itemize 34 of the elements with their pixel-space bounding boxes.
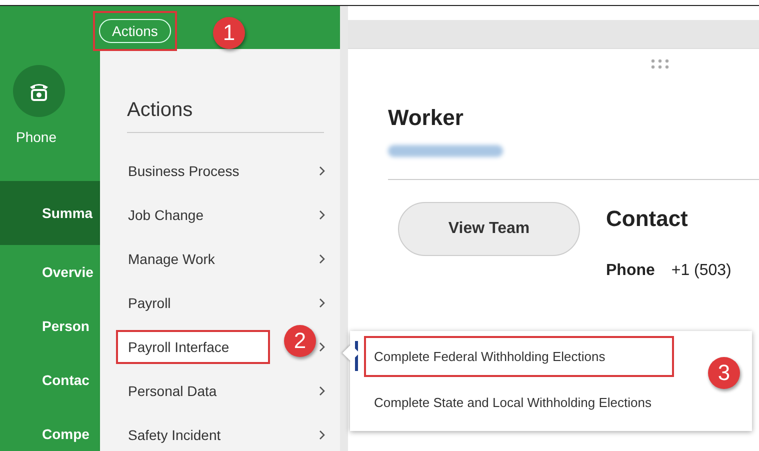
chevron-right-icon	[318, 385, 326, 397]
phone-button[interactable]	[13, 65, 65, 117]
nav-item[interactable]: Summa	[0, 181, 100, 245]
section-title: Contact	[606, 206, 689, 232]
step-callout: 3	[708, 357, 740, 389]
menu-item[interactable]: Job Change	[116, 198, 270, 232]
actions-button[interactable]: Actions	[99, 18, 171, 42]
chevron-right-icon	[318, 253, 326, 265]
submenu-item[interactable]: Complete Federal Withholding Elections	[364, 336, 674, 376]
nav-item[interactable]: Person	[0, 299, 100, 353]
nav-item[interactable]: Overvie	[0, 245, 100, 299]
phone-label: Phone	[16, 129, 56, 145]
section-title: Worker	[388, 105, 464, 131]
drag-handle-icon	[650, 59, 670, 69]
menu-item[interactable]: Personal Data	[116, 374, 270, 408]
chevron-right-icon	[318, 341, 326, 353]
view-team-button[interactable]: View Team	[398, 202, 580, 256]
menu-item[interactable]: Safety Incident	[116, 418, 270, 451]
step-callout: 1	[213, 17, 245, 49]
submenu-item[interactable]: Complete State and Local Withholding Elections	[364, 382, 662, 422]
chevron-right-icon	[318, 165, 326, 177]
chevron-right-icon	[318, 297, 326, 309]
chevron-right-icon	[318, 429, 326, 441]
field-label: Phone	[606, 262, 655, 279]
phone-number: +1 (503)	[671, 262, 732, 279]
chevron-right-icon	[318, 209, 326, 221]
step-callout: 2	[284, 325, 316, 357]
nav-item[interactable]: Contac	[0, 353, 100, 407]
menu-item[interactable]: Business Process	[116, 154, 270, 188]
menu-item[interactable]: Payroll Interface	[116, 330, 270, 364]
nav-item[interactable]: Compe	[0, 407, 100, 451]
menu-item[interactable]: Manage Work	[116, 242, 270, 276]
menu-title: Actions	[127, 99, 324, 133]
menu-item[interactable]: Payroll	[116, 286, 270, 320]
